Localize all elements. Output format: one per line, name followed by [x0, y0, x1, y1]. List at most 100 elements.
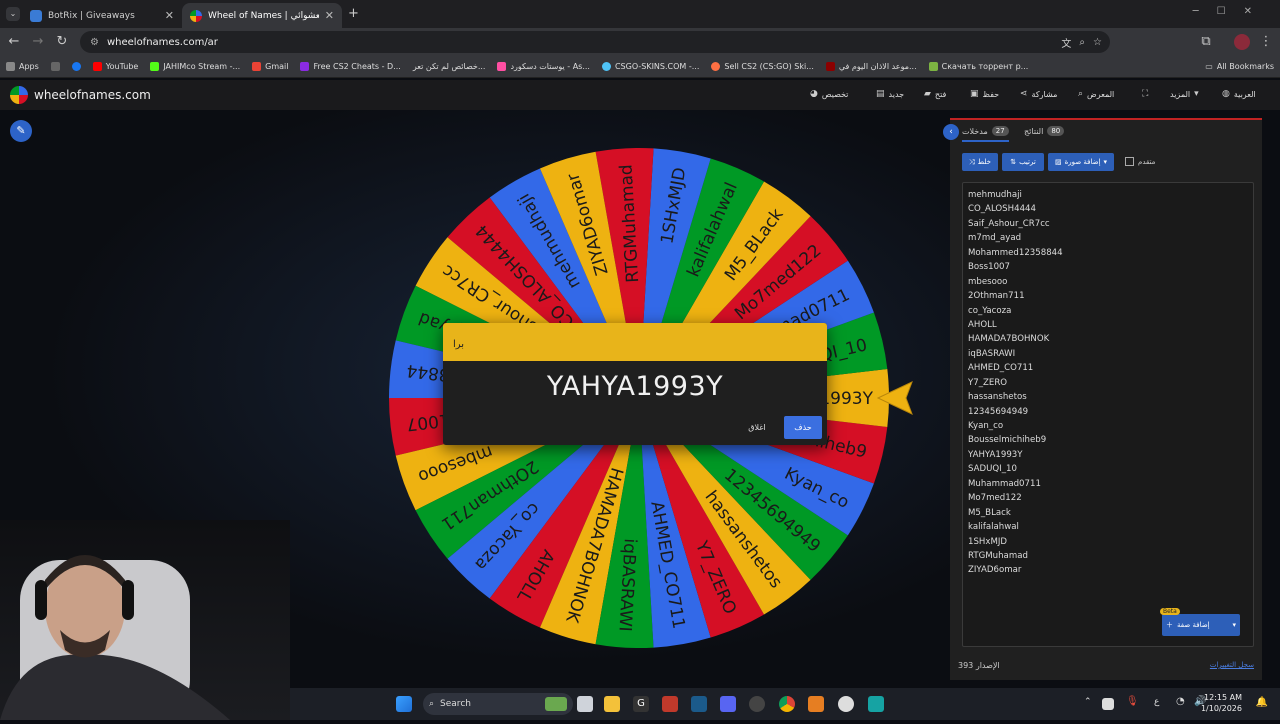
- bookmark-star-icon[interactable]: ☆: [1093, 37, 1102, 48]
- menu-customize[interactable]: ◕ تخصيص: [810, 89, 848, 99]
- avatar[interactable]: [1234, 34, 1250, 50]
- entry-line[interactable]: Boss1007: [968, 260, 1248, 274]
- bookmark-sell-cs2[interactable]: Sell CS2 (CS:GO) Ski...: [705, 62, 820, 71]
- menu-open[interactable]: ▰ فتح: [924, 89, 946, 99]
- bookmark-discord-posts[interactable]: يوستات دسكورد - As...: [491, 62, 595, 71]
- menu-share[interactable]: ⋖ مشاركة: [1020, 89, 1057, 99]
- bookmark-apps[interactable]: Apps: [0, 62, 45, 71]
- entry-line[interactable]: YAHYA1993Y: [968, 448, 1248, 462]
- menu-language[interactable]: ◍ العربية: [1222, 89, 1256, 99]
- entry-line[interactable]: Muhammad0711: [968, 477, 1248, 491]
- bookmark-cs2-cheats[interactable]: Free CS2 Cheats - D...: [294, 62, 406, 71]
- entry-line[interactable]: Mo7med122: [968, 491, 1248, 505]
- entry-line[interactable]: hassanshetos: [968, 390, 1248, 404]
- tab-results[interactable]: النتائج 80: [1024, 126, 1065, 136]
- new-tab-button[interactable]: +: [348, 6, 359, 21]
- entry-line[interactable]: m7md_ayad: [968, 231, 1248, 245]
- app-orange-icon[interactable]: [808, 696, 824, 712]
- menu-icon[interactable]: ⋮: [1258, 34, 1274, 50]
- chrome-icon[interactable]: [779, 696, 795, 712]
- extensions-icon[interactable]: ⧉: [1198, 34, 1214, 50]
- bookmark-prayer-times[interactable]: موعد الاذان اليوم في...: [820, 62, 923, 71]
- close-icon[interactable]: ✕: [165, 9, 174, 22]
- steam-icon[interactable]: [691, 696, 707, 712]
- remove-button[interactable]: حذف: [784, 416, 822, 439]
- tray-app-icon[interactable]: [1102, 698, 1114, 710]
- menu-save[interactable]: ▣ حفظ: [970, 89, 999, 99]
- discord-icon[interactable]: [720, 696, 736, 712]
- tray-chevron-up-icon[interactable]: ⌃: [1084, 697, 1092, 707]
- shuffle-button[interactable]: ⤨ خلط: [962, 153, 998, 171]
- menu-gallery[interactable]: ⌕ المعرض: [1078, 89, 1114, 99]
- collapse-panel-icon[interactable]: ‹: [943, 124, 959, 140]
- entry-line[interactable]: co_Yacoza: [968, 304, 1248, 318]
- wifi-icon[interactable]: ◔: [1176, 696, 1185, 707]
- settings-gear-icon[interactable]: [838, 696, 854, 712]
- entry-line[interactable]: SADUQI_10: [968, 462, 1248, 476]
- entry-line[interactable]: 12345694949: [968, 405, 1248, 419]
- notification-bell-icon[interactable]: 🔔: [1256, 697, 1268, 708]
- entry-line[interactable]: 1SHxMJD: [968, 535, 1248, 549]
- entry-line[interactable]: iqBASRAWI: [968, 347, 1248, 361]
- taskbar-clock[interactable]: 12:15 AM 1/10/2026: [1201, 692, 1242, 714]
- changelog-link[interactable]: سجل التغييرات: [1210, 661, 1254, 669]
- app-red-icon[interactable]: [662, 696, 678, 712]
- checkbox-icon[interactable]: [1125, 157, 1134, 166]
- close-button[interactable]: اغلاق: [742, 416, 772, 439]
- app-obs-icon[interactable]: [749, 696, 765, 712]
- entry-line[interactable]: Mohammed12358844: [968, 246, 1248, 260]
- edit-pencil-icon[interactable]: ✎: [10, 120, 32, 142]
- menu-more[interactable]: المزيد ▾: [1170, 89, 1199, 99]
- add-image-button[interactable]: ▨ إضافة صورة ▾: [1048, 153, 1114, 171]
- microphone-icon[interactable]: 🎙: [1126, 696, 1139, 707]
- back-icon[interactable]: ←: [6, 34, 22, 50]
- reload-icon[interactable]: ↻: [54, 34, 70, 50]
- sort-button[interactable]: ⇅ ترتيب: [1002, 153, 1044, 171]
- entry-line[interactable]: 2Othman711: [968, 289, 1248, 303]
- entry-line[interactable]: Saif_Ashour_CR7cc: [968, 217, 1248, 231]
- entry-line[interactable]: mbesooo: [968, 275, 1248, 289]
- entry-line[interactable]: Y7_ZERO: [968, 376, 1248, 390]
- bookmark-youtube[interactable]: YouTube: [87, 62, 145, 71]
- tab-search-icon[interactable]: ⌄: [6, 7, 20, 21]
- bookmark-kick[interactable]: JAHIMco Stream -...: [144, 62, 246, 71]
- bookmark-torrent[interactable]: Скачать торрент р...: [923, 62, 1035, 71]
- tab-entries[interactable]: مدخلات 27: [962, 126, 1009, 142]
- entry-line[interactable]: Kyan_co: [968, 419, 1248, 433]
- advanced-checkbox[interactable]: متقدم: [1125, 157, 1155, 166]
- entry-line[interactable]: AHMED_CO711: [968, 361, 1248, 375]
- entry-line[interactable]: ZIYAD6omar: [968, 563, 1248, 577]
- menu-new[interactable]: ▤ جديد: [876, 89, 904, 99]
- tab-botrix[interactable]: BotRix | Giveaways ✕: [22, 3, 182, 28]
- entry-line[interactable]: RTGMuhamad: [968, 549, 1248, 563]
- site-logo[interactable]: wheelofnames.com: [10, 86, 151, 104]
- entry-line[interactable]: M5_BLack: [968, 506, 1248, 520]
- entry-line[interactable]: mehmudhaji: [968, 188, 1248, 202]
- menu-fullscreen[interactable]: ⛶: [1142, 89, 1148, 99]
- language-indicator[interactable]: ع: [1154, 697, 1159, 707]
- bookmark-gmail[interactable]: Gmail: [246, 62, 294, 71]
- forward-icon[interactable]: →: [30, 34, 46, 50]
- all-bookmarks[interactable]: ▭ All Bookmarks: [1199, 62, 1280, 71]
- omnibox[interactable]: ⚙ wheelofnames.com/ar 文 ⌕ ☆: [80, 31, 1110, 53]
- entry-line[interactable]: AHOLL: [968, 318, 1248, 332]
- windows-start-icon[interactable]: [396, 696, 412, 712]
- bookmark-arabic-1[interactable]: خصائص لم تكن تعر...: [407, 62, 492, 71]
- tab-wheel-of-names[interactable]: Wheel of Names | عجلة الاسم العشوائي ✕: [182, 3, 342, 28]
- entry-line[interactable]: Bousselmichiheb9: [968, 433, 1248, 447]
- app-teal-icon[interactable]: [868, 696, 884, 712]
- entry-line[interactable]: kalifalahwal: [968, 520, 1248, 534]
- file-explorer-icon[interactable]: [604, 696, 620, 712]
- bookmark-grid[interactable]: [45, 62, 66, 71]
- bookmark-csgo-skins[interactable]: CSGO-SKINS.COM -...: [596, 62, 705, 71]
- url-text[interactable]: wheelofnames.com/ar: [107, 37, 218, 48]
- taskbar-search[interactable]: ⌕ Search: [423, 693, 573, 715]
- close-icon[interactable]: ✕: [325, 9, 334, 22]
- site-info-icon[interactable]: ⚙: [90, 37, 99, 48]
- bookmark-facebook[interactable]: [66, 62, 87, 71]
- task-view-icon[interactable]: [577, 696, 593, 712]
- zoom-icon[interactable]: ⌕: [1079, 37, 1085, 48]
- entry-line[interactable]: CO_ALOSH4444: [968, 202, 1248, 216]
- entry-line[interactable]: HAMADA7BOHNOK: [968, 332, 1248, 346]
- entries-textarea[interactable]: mehmudhaji CO_ALOSH4444 Saif_Ashour_CR7cc m…: [962, 182, 1254, 647]
